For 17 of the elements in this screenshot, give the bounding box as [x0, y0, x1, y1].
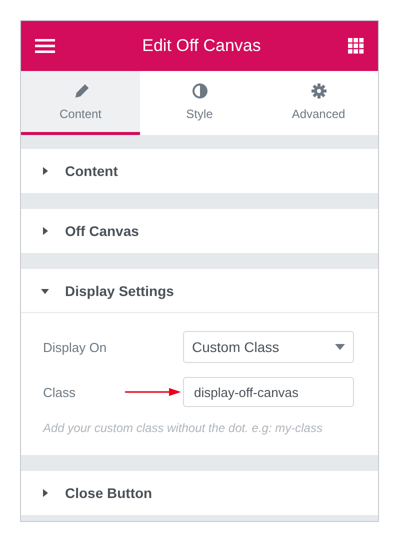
- input-field[interactable]: display-off-canvas: [183, 377, 354, 407]
- caret-right-icon: [41, 167, 49, 175]
- hint-text: Add your custom class without the dot. e.g: my-class: [43, 421, 324, 435]
- contrast-icon: [192, 82, 208, 98]
- pencil-icon: [72, 82, 88, 98]
- field-label: Display On: [43, 340, 108, 354]
- settings-icon: [310, 82, 326, 98]
- panel-title: Edit Off Canvas: [142, 36, 261, 56]
- tab[interactable]: Content: [21, 71, 140, 135]
- caret-right-icon: [41, 227, 49, 235]
- grid-icon[interactable]: [348, 38, 364, 54]
- select-field[interactable]: Custom Class: [183, 331, 354, 363]
- menu-icon[interactable]: [35, 39, 55, 53]
- caret-right-icon: [41, 489, 49, 497]
- caret-down-icon: [335, 344, 345, 350]
- field-label: Class: [43, 384, 77, 400]
- caret-down-icon: [41, 286, 49, 294]
